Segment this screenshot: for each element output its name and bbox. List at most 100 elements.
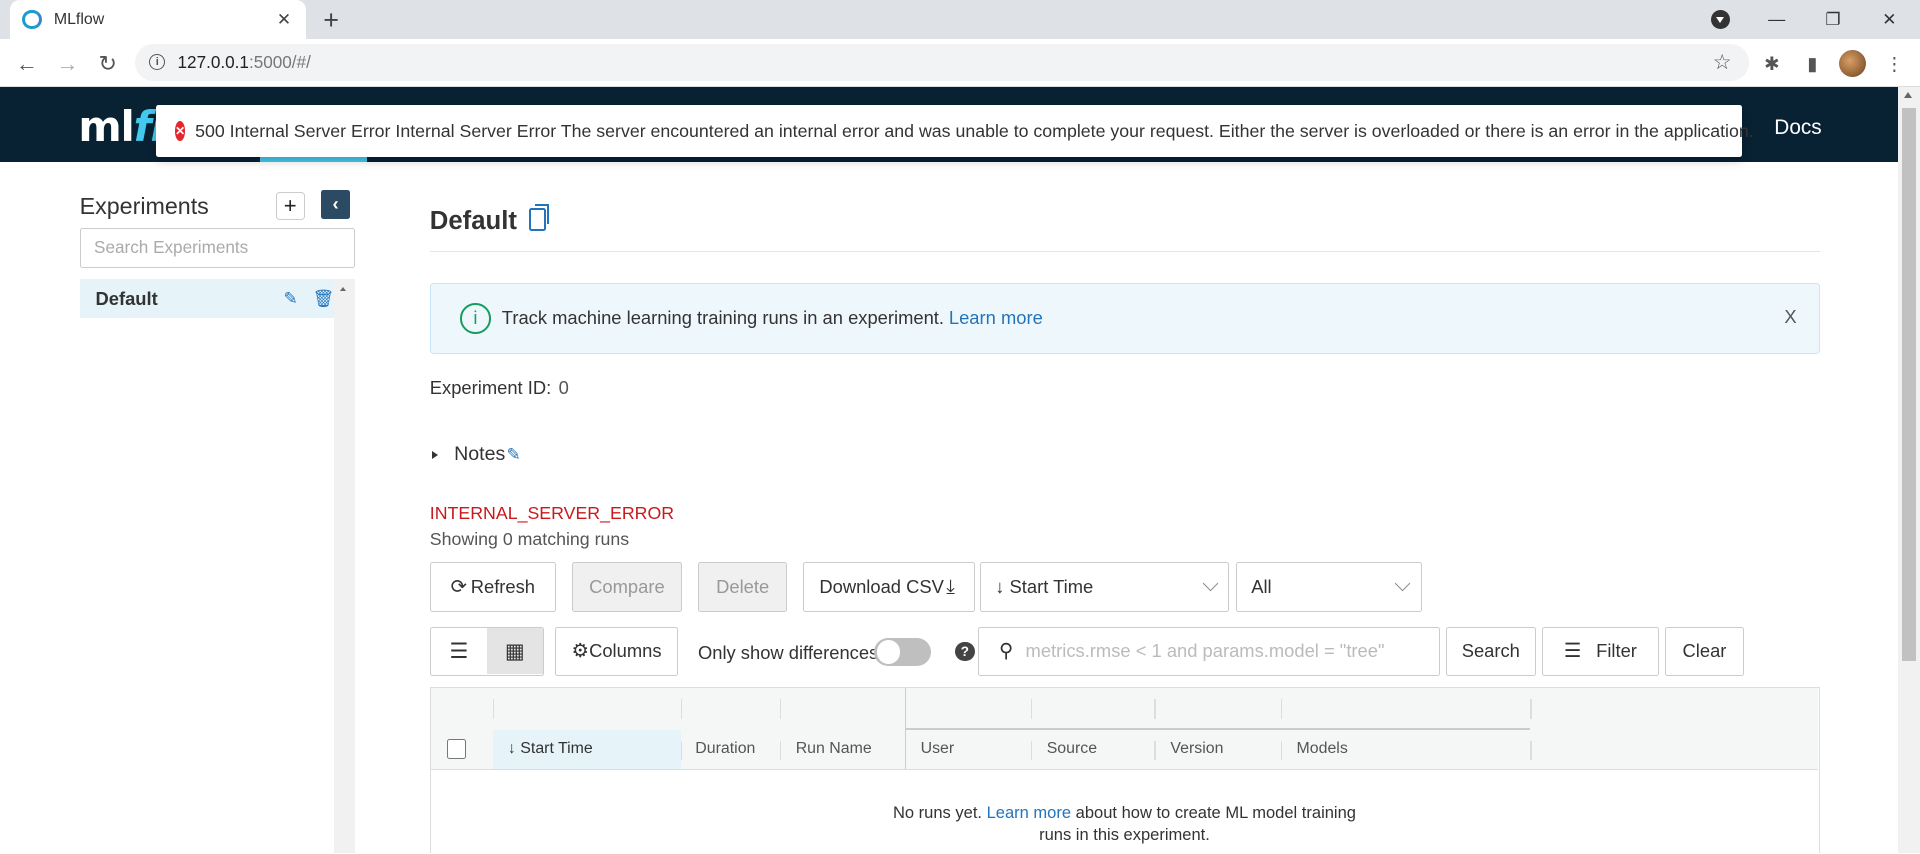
download-csv-label: Download CSV [819,576,944,598]
sort-select-value: ↓ Start Time [995,576,1094,598]
columns-button[interactable]: ⚙ Columns [554,626,679,676]
mlflow-favicon-icon [22,9,42,30]
edit-notes-icon[interactable]: ✎ [507,444,521,465]
notes-label: Notes [454,443,506,466]
tab-title: MLflow [53,10,105,28]
filter-button[interactable]: ☰ Filter [1541,626,1660,676]
experiment-id: Experiment ID: 0 [430,377,569,399]
restore-icon[interactable]: ❐ [1805,0,1861,39]
compare-label: Compare [589,576,665,598]
profile-avatar[interactable] [1839,50,1867,78]
caret-right-icon [432,450,439,459]
forward-icon[interactable]: → [53,49,82,78]
page-scrollbar[interactable] [1897,86,1920,854]
notes-toggle[interactable]: Notes ✎ [432,443,521,466]
url-host: 127.0.0.1 [177,51,249,72]
minimize-icon[interactable]: — [1749,0,1805,39]
empty-runs-message: No runs yet. Learn more about how to cre… [431,802,1818,846]
filter-label: Filter [1596,640,1637,662]
edit-experiment-icon[interactable]: ✎ [283,288,297,309]
site-info-icon[interactable]: i [149,54,166,71]
filter-icon: ☰ [1563,640,1582,663]
lifecycle-select[interactable]: All [1235,562,1422,613]
sidebar-scrollbar[interactable] [334,279,356,854]
collapse-sidebar-button[interactable]: ‹ [320,189,351,220]
browser-toolbar: ← → ↻ i 127.0.0.1:5000/#/ ☆ ✱ ▮ ⋮ [0,39,1920,87]
new-tab-button[interactable]: + [323,5,339,36]
experiment-name: Default [95,287,158,309]
banner-close-button[interactable]: X [1784,306,1796,328]
column-header-models[interactable]: Models [1282,730,1531,769]
only-show-differences-switch[interactable] [874,637,931,667]
side-panel-icon[interactable]: ▮ [1798,49,1827,78]
error-icon: ✕ [175,121,186,141]
sidebar-item-default[interactable]: Default ✎ 🗑 [79,279,335,319]
nav-docs-link[interactable]: Docs [1774,116,1821,140]
search-button[interactable]: Search [1446,626,1536,676]
column-header-duration[interactable]: Duration [681,730,780,769]
matching-runs-count: Showing 0 matching runs [429,528,630,549]
column-header-start-time[interactable]: ↓ Start Time [493,729,681,769]
title-divider [429,251,1820,253]
columns-label: Columns [589,640,662,662]
clear-button[interactable]: Clear [1665,626,1744,676]
bookmark-star-icon[interactable]: ☆ [1713,50,1732,75]
banner-learn-more-link[interactable]: Learn more [949,307,1043,329]
experiment-id-value: 0 [558,377,569,399]
compare-button[interactable]: Compare [571,562,683,613]
delete-button[interactable]: Delete [697,562,788,613]
download-csv-button[interactable]: Download CSV ⤓ [803,562,975,613]
page-scrollbar-thumb[interactable] [1901,107,1917,662]
column-header-version[interactable]: Version [1156,730,1281,769]
lifecycle-select-value: All [1251,576,1272,598]
run-search-box: ⚲ [978,626,1440,676]
select-all-checkbox[interactable] [446,739,467,759]
nav-active-underline [259,156,368,162]
search-experiments-input[interactable] [79,227,356,269]
error-toast: ✕ 500 Internal Server Error Internal Ser… [155,105,1754,157]
mlflow-logo[interactable]: mlfl [78,101,164,151]
info-icon: i [460,303,491,334]
tab-search-icon[interactable] [1710,9,1731,30]
column-header-source[interactable]: Source [1032,730,1154,769]
refresh-icon: ⟳ [450,576,468,599]
help-icon[interactable]: ? [955,641,975,662]
tab-close-icon[interactable]: ✕ [274,9,294,30]
search-icon: ⚲ [998,640,1014,663]
reload-icon[interactable]: ↻ [93,49,122,78]
banner-text: Track machine learning training runs in … [501,307,944,329]
table-view-icon[interactable]: ▦ [486,627,543,675]
delete-experiment-icon[interactable]: 🗑 [313,288,335,309]
info-banner: i Track machine learning training runs i… [429,282,1820,354]
refresh-button[interactable]: ⟳ Refresh [429,562,556,613]
experiment-list: Default ✎ 🗑 [79,279,335,853]
sidebar-title: Experiments [79,193,209,220]
add-experiment-button[interactable]: + [275,192,305,221]
experiment-id-label: Experiment ID: [429,377,552,399]
list-view-icon[interactable]: ☰ [431,628,487,675]
sort-select[interactable]: ↓ Start Time [979,562,1230,613]
back-icon[interactable]: ← [12,49,41,78]
copy-icon[interactable] [528,204,549,232]
window-close-icon[interactable]: ✕ [1861,0,1917,39]
browser-menu-icon[interactable]: ⋮ [1880,49,1909,78]
browser-tabstrip: MLflow ✕ + — ❐ ✕ [0,0,1920,40]
download-icon: ⤓ [946,575,955,598]
empty-text-before: No runs yet. [892,802,982,822]
column-header-user[interactable]: User [906,730,1031,769]
extensions-icon[interactable]: ✱ [1757,49,1786,78]
chevron-down-icon [1395,575,1411,592]
logo-ml: ml [78,101,134,151]
only-show-differences-label: Only show differences [697,641,879,663]
search-label: Search [1461,640,1520,662]
error-code: INTERNAL_SERVER_ERROR [429,503,675,524]
browser-tab[interactable]: MLflow ✕ [9,0,307,40]
empty-learn-more-link[interactable]: Learn more [987,803,1071,822]
runs-table: ↓ Start Time Duration Run Name User Sour… [429,686,1820,854]
run-search-input[interactable] [1025,640,1418,663]
column-header-run-name[interactable]: Run Name [781,730,905,769]
address-bar[interactable]: i 127.0.0.1:5000/#/ ☆ [134,44,1749,81]
page-title: Default [429,206,517,235]
gear-icon: ⚙ [571,640,590,663]
empty-text-after: about how to create ML model training [1075,802,1356,822]
